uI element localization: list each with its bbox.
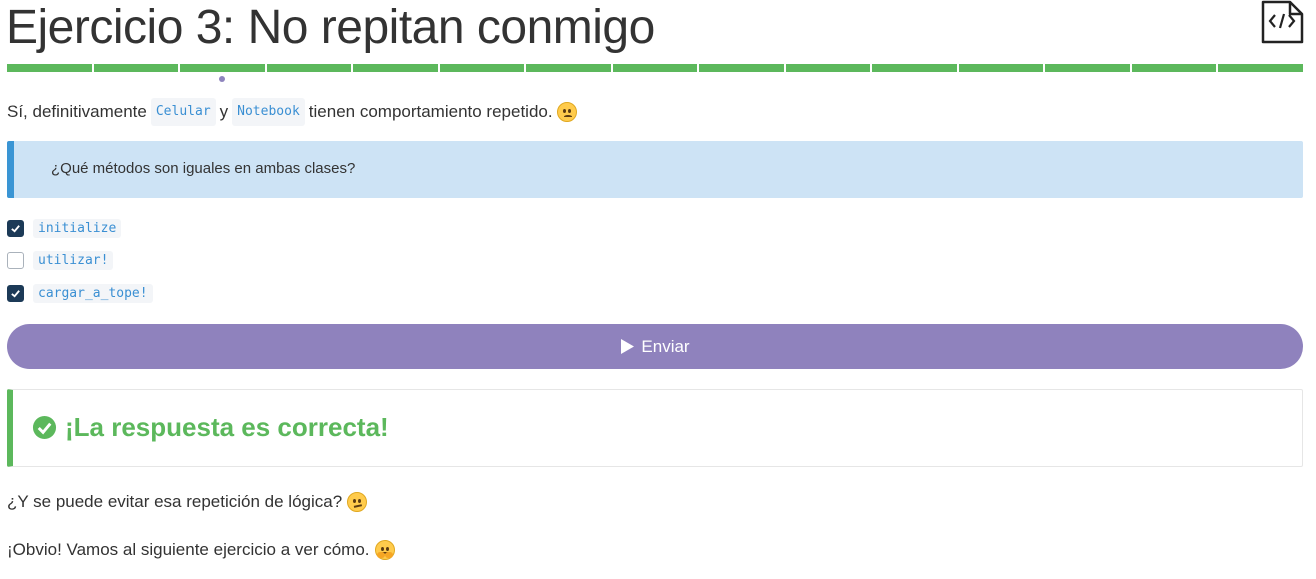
option-initialize[interactable]: initialize [7, 219, 122, 238]
worried-face-icon [556, 102, 577, 122]
intro-paragraph: Sí, definitivamente Celular y Notebook t… [7, 98, 577, 126]
check-circle-icon [32, 415, 57, 440]
option-label: utilizar! [33, 251, 114, 270]
option-label: initialize [33, 219, 122, 238]
confused-face-icon [347, 492, 368, 512]
progress-segment[interactable] [1131, 64, 1217, 72]
page-title: Ejercicio 3: No repitan conmigo [6, 1, 655, 54]
progress-segment[interactable] [785, 64, 871, 72]
progress-segment[interactable] [1045, 64, 1130, 72]
option-utilizar[interactable]: utilizar! [7, 251, 114, 270]
question-text: ¿Qué métodos son iguales en ambas clases… [51, 160, 356, 177]
option-cargar-a-tope[interactable]: cargar_a_tope! [7, 284, 153, 303]
progress-segment[interactable] [1218, 64, 1303, 72]
progress-bar [7, 64, 1303, 72]
progress-segment[interactable] [7, 64, 92, 72]
progress-segment[interactable] [699, 64, 784, 72]
followup-line2: ¡Obvio! Vamos al siguiente ejercicio a v… [7, 540, 370, 559]
play-icon [621, 339, 635, 354]
intro-joiner: y [219, 102, 229, 121]
code-notebook: Notebook [232, 98, 305, 126]
followup-question: ¿Y se puede evitar esa repetición de lóg… [7, 492, 368, 512]
checkbox-initialize[interactable] [7, 220, 24, 237]
progress-segment[interactable] [612, 64, 698, 72]
checkbox-cargar-a-tope[interactable] [7, 285, 24, 302]
progress-segment[interactable] [180, 64, 265, 72]
progress-segment[interactable] [266, 64, 352, 72]
intro-suffix: tienen comportamiento repetido. [308, 102, 553, 121]
progress-segment[interactable] [872, 64, 957, 72]
progress-segment[interactable] [93, 64, 179, 72]
submit-button[interactable]: Enviar [7, 324, 1303, 369]
code-file-icon[interactable] [1260, 0, 1304, 44]
submit-label: Enviar [641, 336, 690, 356]
code-celular: Celular [150, 98, 216, 126]
progress-segment[interactable] [526, 64, 611, 72]
current-exercise-indicator [219, 76, 225, 82]
progress-segment[interactable] [353, 64, 438, 72]
progress-segment[interactable] [439, 64, 525, 72]
option-label: cargar_a_tope! [33, 284, 153, 303]
intro-prefix: Sí, definitivamente [7, 102, 147, 121]
result-text: ¡La respuesta es correcta! [65, 412, 389, 442]
result-panel: ¡La respuesta es correcta! [7, 389, 1303, 467]
followup-line1: ¿Y se puede evitar esa repetición de lóg… [7, 492, 343, 511]
hugging-face-icon [374, 540, 395, 560]
followup-answer: ¡Obvio! Vamos al siguiente ejercicio a v… [7, 540, 395, 560]
question-callout: ¿Qué métodos son iguales en ambas clases… [7, 141, 1303, 198]
progress-segment[interactable] [958, 64, 1044, 72]
checkbox-utilizar[interactable] [7, 252, 24, 269]
